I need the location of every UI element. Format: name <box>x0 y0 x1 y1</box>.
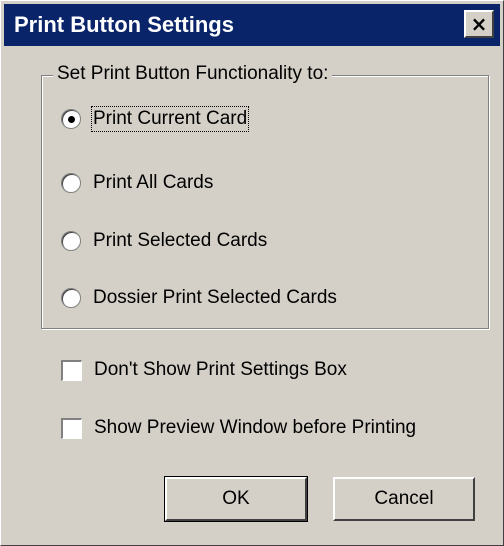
close-icon: × <box>470 12 488 36</box>
close-button[interactable]: × <box>464 10 494 38</box>
radio-button[interactable] <box>61 231 81 251</box>
checkbox-label: Show Preview Window before Printing <box>94 417 417 438</box>
print-button-settings-dialog: Print Button Settings × Set Print Button… <box>0 0 504 546</box>
radio-label: Print Current Card <box>90 106 250 132</box>
window-title: Print Button Settings <box>14 12 234 37</box>
radio-dossier-print-selected-cards[interactable]: Dossier Print Selected Cards <box>61 287 337 309</box>
cancel-button[interactable]: Cancel <box>333 477 475 521</box>
ok-button[interactable]: OK <box>164 476 308 522</box>
radio-button[interactable] <box>61 173 81 193</box>
radio-button[interactable] <box>61 288 81 308</box>
checkbox-show-preview-window[interactable]: Show Preview Window before Printing <box>61 417 416 439</box>
checkbox-dont-show-print-settings[interactable]: Don't Show Print Settings Box <box>61 359 347 381</box>
radio-button-checked[interactable] <box>61 109 81 129</box>
cancel-button-label: Cancel <box>374 488 434 509</box>
radio-print-all-cards[interactable]: Print All Cards <box>61 172 213 194</box>
checkbox[interactable] <box>61 417 82 439</box>
checkbox-label: Don't Show Print Settings Box <box>94 359 347 380</box>
radio-print-selected-cards[interactable]: Print Selected Cards <box>61 230 267 252</box>
checkbox[interactable] <box>61 359 82 381</box>
radio-label: Print Selected Cards <box>93 230 268 251</box>
group-legend: Set Print Button Functionality to: <box>53 63 333 85</box>
radio-print-current-card[interactable]: Print Current Card <box>61 106 250 132</box>
radio-label: Dossier Print Selected Cards <box>93 287 337 308</box>
radio-label: Print All Cards <box>93 172 214 193</box>
title-bar[interactable]: Print Button Settings × <box>4 4 500 46</box>
ok-button-label: OK <box>222 488 250 509</box>
